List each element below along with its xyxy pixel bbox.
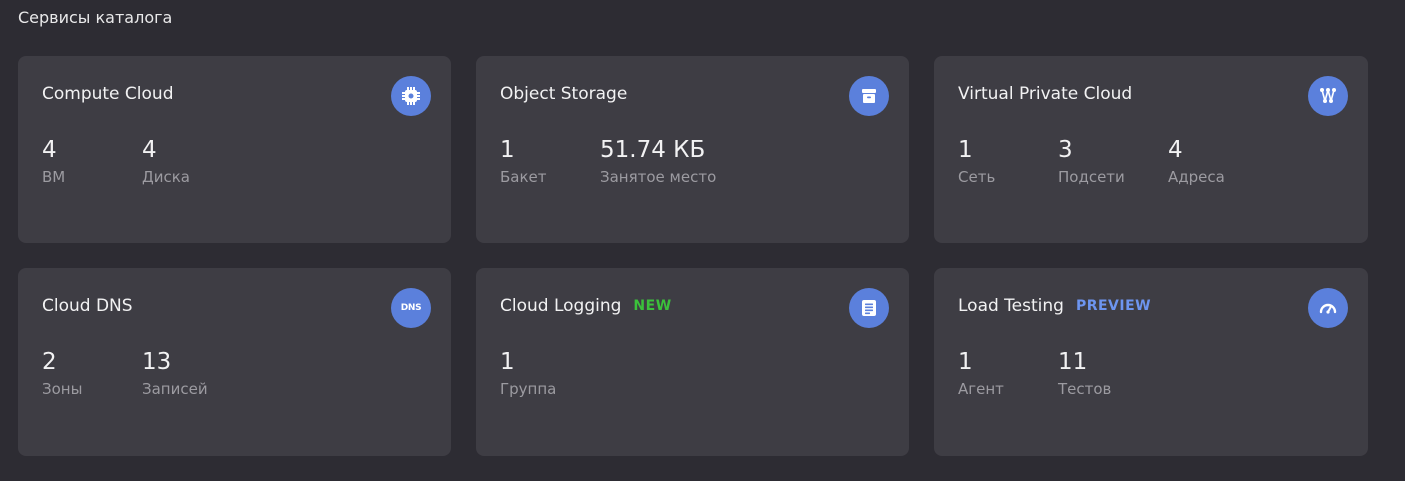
stat-tests: 11 Тестов bbox=[1058, 348, 1111, 398]
stat-label: ВМ bbox=[42, 168, 66, 186]
card-header: Virtual Private Cloud bbox=[958, 84, 1132, 104]
stat-value: 1 bbox=[500, 349, 515, 375]
stat-used-space: 51.74 КБ Занятое место bbox=[600, 136, 716, 186]
card-virtual-private-cloud[interactable]: Virtual Private Cloud 1 Сеть 3 Подсети 4… bbox=[934, 56, 1368, 243]
stat-groups: 1 Группа bbox=[500, 348, 556, 398]
services-grid: Compute Cloud 4 ВМ 4 Диска Object Storag… bbox=[18, 56, 1368, 456]
stat-records: 13 Записей bbox=[142, 348, 208, 398]
stat-label: Записей bbox=[142, 380, 208, 398]
card-title: Object Storage bbox=[500, 84, 628, 104]
dns-icon: DNS bbox=[391, 288, 431, 328]
stat-vm: 4 ВМ bbox=[42, 136, 65, 186]
storage-box-icon bbox=[849, 76, 889, 116]
speedometer-icon bbox=[1308, 288, 1348, 328]
stat-value: 51.74 КБ bbox=[600, 137, 706, 163]
card-title: Load Testing bbox=[958, 296, 1064, 316]
stat-label: Занятое место bbox=[600, 168, 717, 186]
stat-label: Тестов bbox=[1058, 380, 1112, 398]
card-header: Cloud Logging NEW bbox=[500, 296, 672, 316]
preview-badge: PREVIEW bbox=[1075, 298, 1152, 314]
card-object-storage[interactable]: Object Storage 1 Бакет 51.74 КБ Занятое … bbox=[476, 56, 909, 243]
new-badge: NEW bbox=[633, 298, 672, 314]
network-icon bbox=[1308, 76, 1348, 116]
stat-label: Группа bbox=[500, 380, 557, 398]
stat-value: 4 bbox=[142, 137, 157, 163]
stat-value: 11 bbox=[1058, 349, 1088, 375]
stat-label: Диска bbox=[142, 168, 190, 186]
card-title: Cloud Logging bbox=[500, 296, 622, 316]
stat-label: Подсети bbox=[1058, 168, 1125, 186]
stat-disks: 4 Диска bbox=[142, 136, 190, 186]
card-cloud-logging[interactable]: Cloud Logging NEW 1 Группа bbox=[476, 268, 909, 456]
stat-value: 1 bbox=[958, 137, 973, 163]
stat-value: 3 bbox=[1058, 137, 1073, 163]
card-header: Load Testing PREVIEW bbox=[958, 296, 1151, 316]
stat-value: 4 bbox=[42, 137, 57, 163]
stat-agents: 1 Агент bbox=[958, 348, 1004, 398]
stat-label: Адреса bbox=[1168, 168, 1225, 186]
stat-buckets: 1 Бакет bbox=[500, 136, 547, 186]
card-title: Cloud DNS bbox=[42, 296, 133, 316]
stat-value: 13 bbox=[142, 349, 172, 375]
card-title: Compute Cloud bbox=[42, 84, 174, 104]
card-title: Virtual Private Cloud bbox=[958, 84, 1133, 104]
stat-label: Зоны bbox=[42, 380, 83, 398]
card-cloud-dns[interactable]: Cloud DNS DNS 2 Зоны 13 Записей bbox=[18, 268, 451, 456]
card-header: Compute Cloud bbox=[42, 84, 173, 104]
card-header: Object Storage bbox=[500, 84, 627, 104]
card-compute-cloud[interactable]: Compute Cloud 4 ВМ 4 Диска bbox=[18, 56, 451, 243]
stat-value: 1 bbox=[500, 137, 515, 163]
stat-label: Агент bbox=[958, 380, 1004, 398]
stat-subnets: 3 Подсети bbox=[1058, 136, 1125, 186]
stat-addresses: 4 Адреса bbox=[1168, 136, 1225, 186]
stat-value: 2 bbox=[42, 349, 57, 375]
stat-zones: 2 Зоны bbox=[42, 348, 82, 398]
cpu-chip-icon bbox=[391, 76, 431, 116]
stat-value: 1 bbox=[958, 349, 973, 375]
stat-label: Сеть bbox=[958, 168, 996, 186]
card-load-testing[interactable]: Load Testing PREVIEW 1 Агент 11 Тестов bbox=[934, 268, 1368, 456]
stat-label: Бакет bbox=[500, 168, 547, 186]
card-header: Cloud DNS bbox=[42, 296, 133, 316]
section-title: Сервисы каталога bbox=[18, 8, 173, 27]
dns-icon-text: DNS bbox=[400, 303, 422, 313]
log-lines-icon bbox=[849, 288, 889, 328]
stat-networks: 1 Сеть bbox=[958, 136, 995, 186]
catalog-services-page: Сервисы каталога Compute Cloud 4 ВМ 4 Ди… bbox=[0, 0, 1405, 481]
stat-value: 4 bbox=[1168, 137, 1183, 163]
